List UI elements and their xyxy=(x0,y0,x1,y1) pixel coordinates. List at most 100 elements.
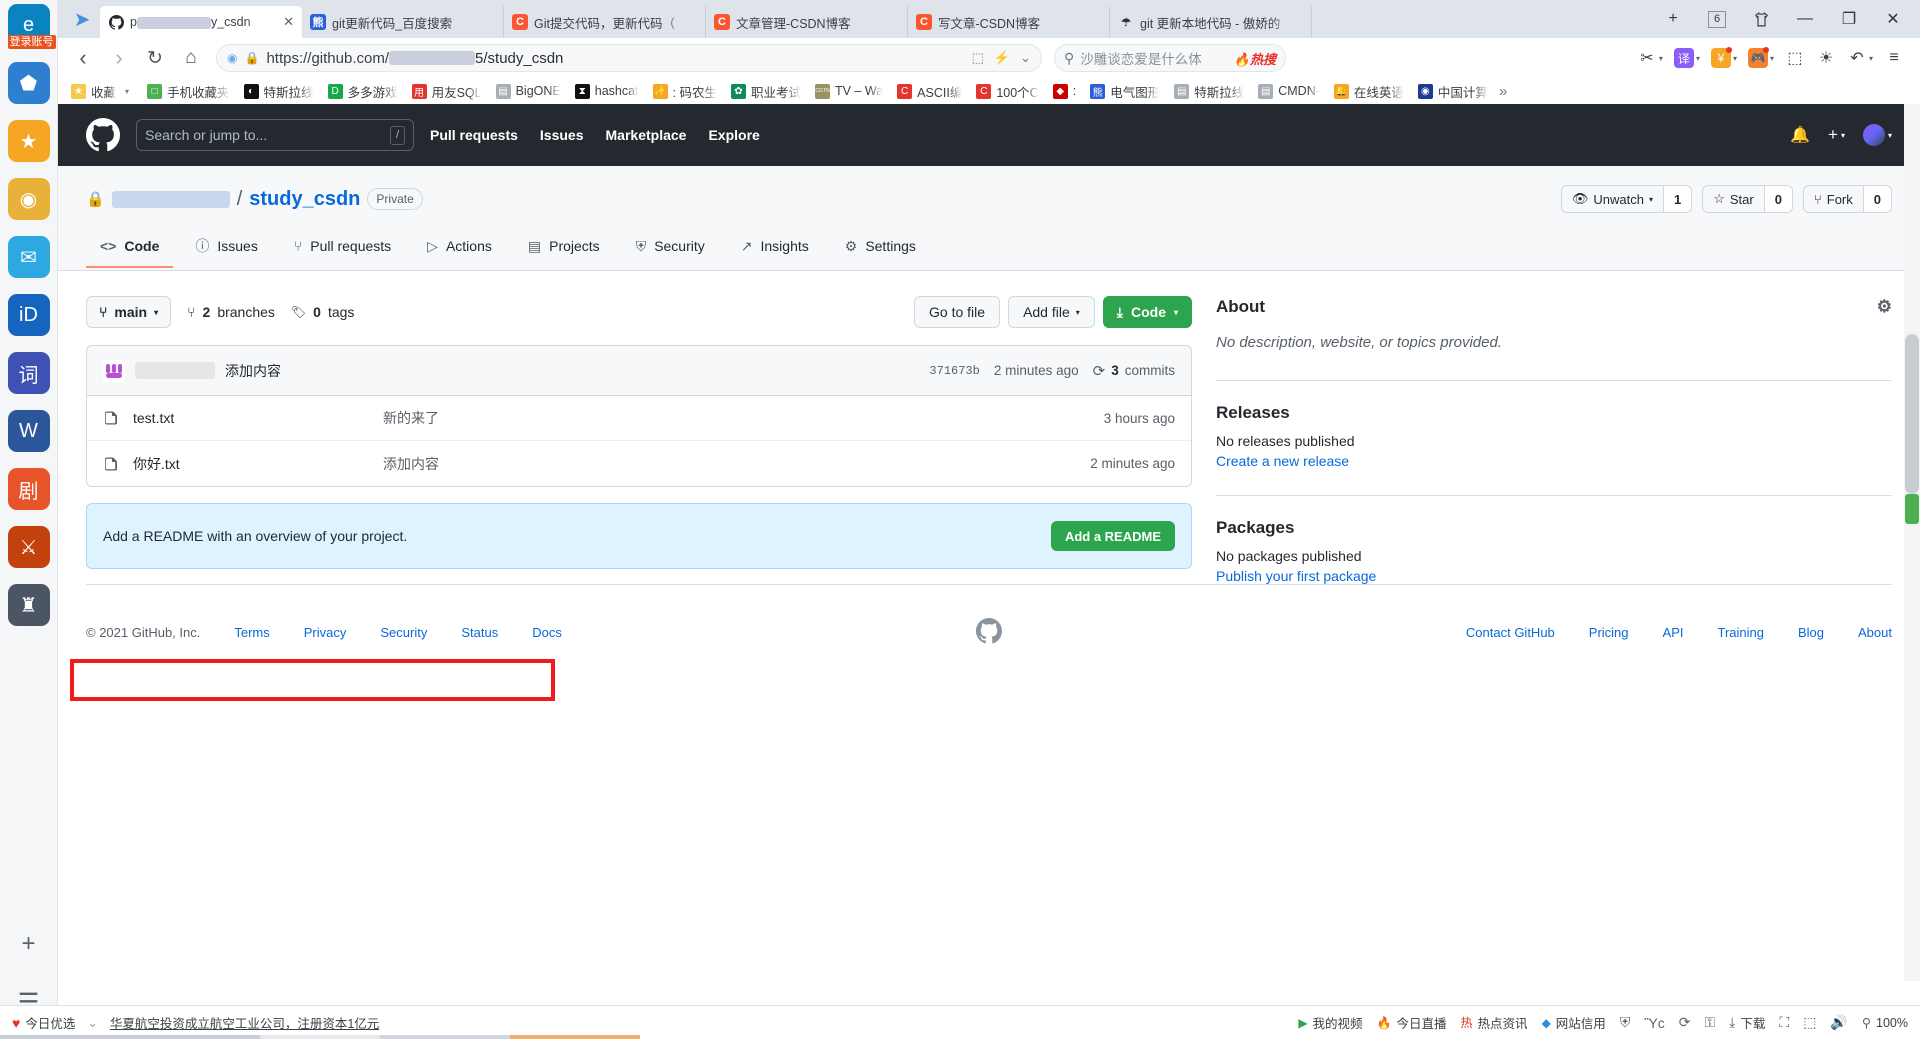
app-blue-doc-icon[interactable]: ⬟ xyxy=(7,62,50,104)
hot-search-badge[interactable]: 🔥热搜 xyxy=(1234,49,1276,68)
scrollbar-thumb[interactable] xyxy=(1905,334,1919,494)
bookmark-hashcat[interactable]: ⧗ hashcat xyxy=(568,82,646,101)
tags-link[interactable]: 🏷 0 tags xyxy=(291,304,355,320)
bookmark-mobile-favorites[interactable]: □ 手机收藏夹 xyxy=(140,80,237,103)
gh-nav-pull-requests[interactable]: Pull requests xyxy=(430,127,518,143)
footer-link-api[interactable]: API xyxy=(1663,625,1684,640)
repository-name[interactable]: study_csdn xyxy=(249,188,360,211)
bookmark-online-english[interactable]: 🔔 在线英语 xyxy=(1327,80,1411,103)
game-tool[interactable]: 🎮 ▾ xyxy=(1744,45,1778,71)
site-credit-button[interactable]: ◆ 网站信用 xyxy=(1542,1013,1606,1032)
tab-github[interactable]: p y_csdn ✕ xyxy=(100,6,302,38)
bookmark-tesla[interactable]: ◐ 特斯拉线 xyxy=(237,80,321,103)
shield-icon[interactable]: ⛨ xyxy=(1620,1014,1631,1031)
commit-sha[interactable]: 371673b xyxy=(929,364,979,378)
new-tab-button[interactable]: + xyxy=(1652,1,1694,37)
table-row[interactable]: 你好.txt 添加内容 2 minutes ago xyxy=(87,441,1191,486)
file-name-link[interactable]: test.txt xyxy=(133,410,383,426)
bookmark-cgtn-tv[interactable]: CGTN TV – Wa xyxy=(808,82,890,101)
tab-actions[interactable]: ▷ Actions xyxy=(413,230,506,269)
tab-security[interactable]: ⛨ Security xyxy=(622,230,719,269)
forward-button[interactable]: › xyxy=(102,41,136,75)
translate-tool[interactable]: 译 ▾ xyxy=(1670,45,1704,71)
footer-link-pricing[interactable]: Pricing xyxy=(1589,625,1629,640)
footer-link-security[interactable]: Security xyxy=(380,625,427,640)
star-button-group[interactable]: ☆ Star 0 xyxy=(1702,185,1793,213)
tab-git-local[interactable]: ☂ git 更新本地代码 - 傲娇的 xyxy=(1110,6,1312,38)
star-count[interactable]: 0 xyxy=(1763,186,1792,212)
bookmark-china-computing[interactable]: ◉ 中国计算 xyxy=(1411,80,1495,103)
bookmark-tesla2[interactable]: ▤ 特斯拉线 xyxy=(1167,80,1251,103)
bookmark-favorites[interactable]: ★ 收藏 ▾ xyxy=(64,80,140,103)
footer-link-blog[interactable]: Blog xyxy=(1798,625,1824,640)
repository-owner[interactable] xyxy=(111,190,230,208)
branches-link[interactable]: ⑂ 2 branches xyxy=(187,304,275,320)
bookmark-duoduo-game[interactable]: D 多多游戏 xyxy=(321,80,405,103)
chevron-down-icon[interactable]: ⌄ xyxy=(1020,50,1031,66)
history-undo[interactable]: ↶ ▾ xyxy=(1843,45,1877,71)
bookmarks-overflow-button[interactable]: » xyxy=(1495,83,1511,100)
tab-settings[interactable]: ⚙ Settings xyxy=(831,230,930,269)
notifications-bell-icon[interactable]: 🔔 xyxy=(1790,125,1810,145)
commit-author-name[interactable] xyxy=(135,362,215,379)
tab-projects[interactable]: ▤ Projects xyxy=(514,230,614,269)
publish-package-link[interactable]: Publish your first package xyxy=(1216,568,1892,584)
code-download-button[interactable]: ⤓ Code ▾ xyxy=(1102,296,1192,328)
table-row[interactable]: test.txt 新的来了 3 hours ago xyxy=(87,396,1191,441)
unwatch-button[interactable]: 👁 Unwatch ▾ xyxy=(1562,186,1663,212)
tab-baidu-git[interactable]: 熊 git更新代码_百度搜索 xyxy=(302,6,504,38)
browser-nav-arrow-icon[interactable]: ➤ xyxy=(64,0,100,38)
gear-icon[interactable]: ⚙ xyxy=(1877,297,1892,317)
tab-csdn-commit[interactable]: C Git提交代码，更新代码（ xyxy=(504,6,706,38)
lightning-icon[interactable]: ⚡ xyxy=(994,50,1010,66)
commit-author-avatar[interactable] xyxy=(103,359,125,382)
add-file-button[interactable]: Add file ▾ xyxy=(1008,296,1095,328)
tab-pull-requests[interactable]: ⑂ Pull requests xyxy=(280,230,405,268)
bookmark-cmdn[interactable]: ▤ CMDN- xyxy=(1251,82,1327,101)
tab-csdn-manage[interactable]: C 文章管理-CSDN博客 xyxy=(706,6,908,38)
footer-link-about[interactable]: About xyxy=(1858,625,1892,640)
commit-message[interactable]: 添加内容 xyxy=(225,361,281,381)
word-app-icon[interactable]: W xyxy=(7,410,50,452)
star-button[interactable]: ☆ Star xyxy=(1703,186,1764,212)
search-input-value[interactable]: 沙雕谈恋爱是什么体 xyxy=(1080,48,1228,68)
image-icon[interactable]: Ὓc xyxy=(1644,1015,1664,1031)
close-window-button[interactable]: ✕ xyxy=(1872,1,1914,37)
fullscreen-icon[interactable]: ⛶ xyxy=(1779,1014,1789,1031)
news-collapse-icon[interactable]: ⌄ xyxy=(87,1015,97,1030)
bookmark-100c[interactable]: C 100个C xyxy=(969,80,1045,103)
screenshot-tool[interactable]: ✂ ▾ xyxy=(1633,45,1667,71)
go-to-file-button[interactable]: Go to file xyxy=(914,296,1001,328)
reload-button[interactable]: ↻ xyxy=(138,41,172,75)
app-orange-1-icon[interactable]: 剧 xyxy=(7,468,50,510)
page-scrollbar[interactable] xyxy=(1904,104,1920,981)
theme-toggle[interactable]: ☀ xyxy=(1812,45,1840,71)
bookmark-yongyou-sql[interactable]: 用用友SQL xyxy=(405,80,489,103)
tab-code[interactable]: <> Code xyxy=(86,230,174,268)
bookmark-dianqi[interactable]: 熊电气图形 xyxy=(1083,80,1167,103)
tab-count-badge[interactable]: 6 xyxy=(1696,1,1738,37)
game-app-1-icon[interactable]: ⚔ xyxy=(7,526,50,568)
fork-count[interactable]: 0 xyxy=(1862,186,1891,212)
maximize-button[interactable]: ❐ xyxy=(1828,1,1870,37)
game-app-2-icon[interactable]: ♜ xyxy=(7,584,50,626)
watch-count[interactable]: 1 xyxy=(1662,186,1692,212)
minimize-button[interactable]: — xyxy=(1784,1,1826,37)
github-logo-icon[interactable] xyxy=(86,118,120,152)
bookmark-zhiye[interactable]: ✿ 职业考试 xyxy=(724,80,808,103)
sound-icon[interactable]: 🔊 xyxy=(1830,1014,1847,1031)
footer-link-docs[interactable]: Docs xyxy=(532,625,562,640)
footer-link-status[interactable]: Status xyxy=(461,625,498,640)
apps-grid[interactable]: ⬚ xyxy=(1781,45,1809,71)
tab-csdn-write[interactable]: C 写文章-CSDN博客 xyxy=(908,6,1110,38)
bookmark-ascii[interactable]: C ASCII编 xyxy=(890,80,969,103)
back-button[interactable]: ‹ xyxy=(66,41,100,75)
qr-code-icon[interactable]: ⬚ xyxy=(972,50,984,66)
bookmark-ruby[interactable]: ◆: xyxy=(1046,82,1083,101)
footer-link-privacy[interactable]: Privacy xyxy=(304,625,347,640)
news-headline-link[interactable]: 华夏航空投资成立航空工业公司，注册资本1亿元 xyxy=(110,1013,379,1032)
file-commit-message[interactable]: 新的来了 xyxy=(383,408,1104,428)
coupon-tool[interactable]: ¥ ▾ xyxy=(1707,45,1741,71)
address-bar[interactable]: ◉ 🔒 https://github.com/5/study_csdn ⬚ ⚡ … xyxy=(216,44,1042,72)
main-menu[interactable]: ≡ xyxy=(1880,45,1908,71)
